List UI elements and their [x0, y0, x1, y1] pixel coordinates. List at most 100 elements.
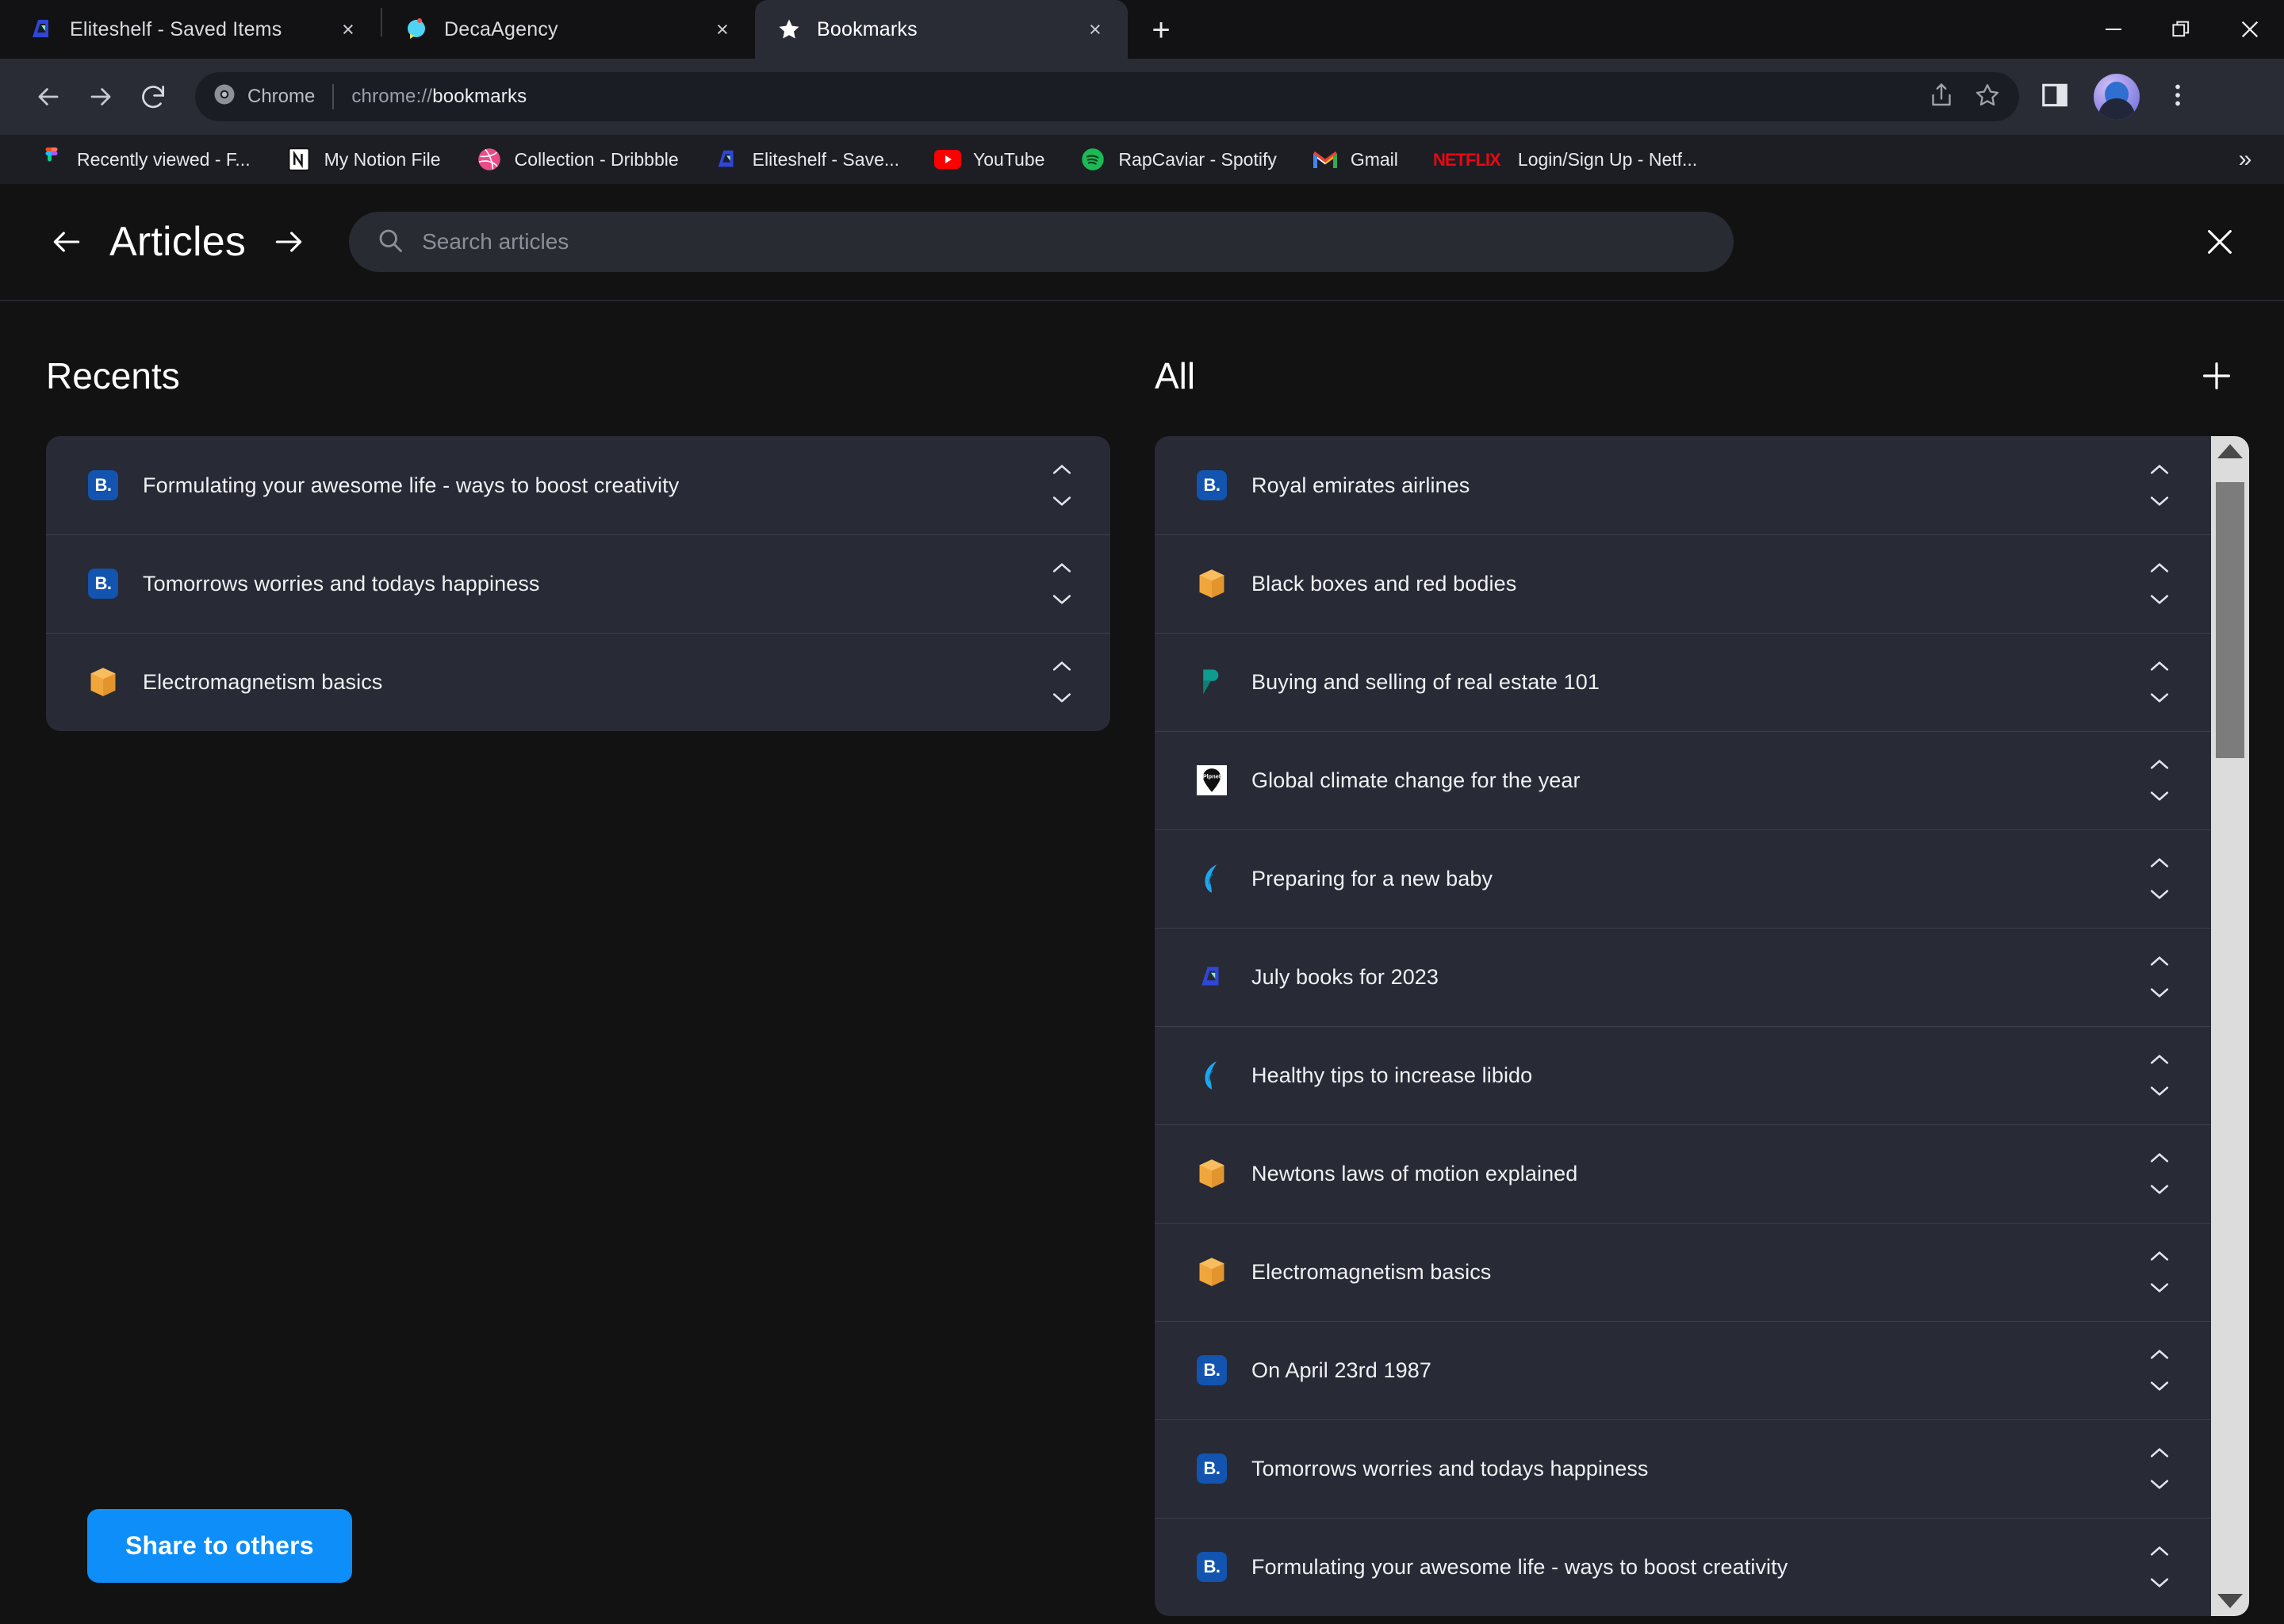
reorder-handle[interactable]: [2143, 1251, 2176, 1293]
recents-heading: Recents: [46, 355, 180, 396]
list-item[interactable]: B. Royal emirates airlines: [1155, 436, 2211, 534]
minimize-button[interactable]: [2079, 0, 2148, 59]
new-tab-button[interactable]: +: [1139, 8, 1183, 52]
reorder-handle[interactable]: [2143, 759, 2176, 802]
bookmark-label: YouTube: [973, 148, 1045, 170]
scroll-up-icon[interactable]: [2217, 444, 2243, 458]
list-item[interactable]: Healthy tips to increase libido: [1155, 1026, 2211, 1124]
reorder-handle[interactable]: [2143, 1545, 2176, 1588]
reorder-handle[interactable]: [2143, 956, 2176, 998]
reorder-handle[interactable]: [2143, 562, 2176, 605]
reorder-handle[interactable]: [2143, 1152, 2176, 1195]
tab-title: Bookmarks: [817, 17, 918, 40]
all-header: All: [1155, 347, 2249, 404]
window-controls: [2079, 0, 2284, 59]
decaagency-icon: [403, 16, 430, 43]
bookmark-gmail[interactable]: Gmail: [1294, 140, 1416, 178]
maximize-restore-button[interactable]: [2148, 0, 2216, 59]
list-item[interactable]: Electromagnetism basics: [46, 633, 1110, 731]
reorder-handle[interactable]: [1045, 562, 1079, 605]
list-item-label: Formulating your awesome life - ways to …: [1251, 1554, 1788, 1579]
list-item[interactable]: B. Formulating your awesome life - ways …: [1155, 1518, 2211, 1616]
list-item[interactable]: B. Tomorrows worries and todays happines…: [1155, 1419, 2211, 1518]
reorder-handle[interactable]: [2143, 661, 2176, 703]
avatar[interactable]: [2094, 74, 2140, 120]
page-title: Articles: [109, 219, 247, 265]
notion-icon: [286, 146, 312, 173]
bookmark-my-notion-file[interactable]: My Notion File: [268, 140, 458, 178]
tab-decaagency[interactable]: DecaAgency ×: [382, 0, 755, 59]
package-icon: [1196, 568, 1228, 599]
reorder-handle[interactable]: [1045, 661, 1079, 703]
omnibox-divider: [332, 84, 335, 109]
chevron-up-icon: [2150, 858, 2169, 868]
scroll-down-icon[interactable]: [2217, 1594, 2243, 1608]
three-dot-menu-icon[interactable]: [2163, 81, 2192, 113]
bookmark-b-icon: B.: [1196, 469, 1228, 501]
star-icon: [776, 16, 803, 43]
bookmarks-overflow-icon[interactable]: »: [2227, 141, 2263, 178]
list-item[interactable]: Preparing for a new baby: [1155, 829, 2211, 928]
add-bookmark-button[interactable]: [2192, 351, 2241, 400]
bookmark-netflix-login[interactable]: NETFLIX Login/Sign Up - Netf...: [1416, 140, 1715, 178]
chevron-up-icon: [1052, 465, 1071, 474]
search-input[interactable]: Search articles: [349, 212, 1734, 272]
list-item[interactable]: B. Formulating your awesome life - ways …: [46, 436, 1110, 534]
list-item[interactable]: Black boxes and red bodies: [1155, 534, 2211, 633]
bookmark-youtube[interactable]: YouTube: [917, 140, 1062, 178]
browser-toolbar: Chrome chrome://bookmarks: [0, 59, 2284, 135]
arrow-right-icon[interactable]: [266, 220, 311, 264]
close-icon[interactable]: ×: [709, 16, 736, 43]
chevron-up-icon: [2150, 1251, 2169, 1261]
scrollbar-track[interactable]: [2216, 481, 2244, 1572]
package-icon: [1196, 1256, 1228, 1288]
reorder-handle[interactable]: [2143, 464, 2176, 507]
share-to-others-button[interactable]: Share to others: [87, 1509, 352, 1583]
list-item-label: Preparing for a new baby: [1251, 866, 1493, 891]
chevron-down-icon: [1052, 496, 1071, 506]
list-item[interactable]: B. On April 23rd 1987: [1155, 1321, 2211, 1419]
recents-header: Recents: [46, 347, 1110, 404]
arrow-left-icon[interactable]: [44, 220, 89, 264]
bookmark-star-icon[interactable]: [1973, 81, 2002, 113]
all-list-scrollbar[interactable]: [2211, 436, 2249, 1616]
list-item[interactable]: B. Tomorrows worries and todays happines…: [46, 534, 1110, 633]
list-item[interactable]: Buying and selling of real estate 101: [1155, 633, 2211, 731]
bookmark-collection-dribbble[interactable]: Collection - Dribbble: [458, 140, 696, 178]
list-item[interactable]: July books for 2023: [1155, 928, 2211, 1026]
address-bar[interactable]: Chrome chrome://bookmarks: [195, 72, 2019, 121]
bookmark-rapcaviar-spotify[interactable]: RapCaviar - Spotify: [1062, 140, 1293, 178]
list-item[interactable]: Newtons laws of motion explained: [1155, 1124, 2211, 1223]
forward-arrow-icon[interactable]: [75, 71, 127, 123]
dribbble-icon: [476, 146, 503, 173]
back-arrow-icon[interactable]: [22, 71, 75, 123]
chevron-down-icon: [2150, 496, 2169, 506]
list-item[interactable]: Electromagnetism basics: [1155, 1223, 2211, 1321]
close-icon[interactable]: ×: [335, 16, 362, 43]
close-icon[interactable]: [2192, 214, 2248, 270]
chevron-up-icon: [2150, 1448, 2169, 1457]
list-item-label: On April 23rd 1987: [1251, 1358, 1431, 1382]
tab-eliteshelf[interactable]: Eliteshelf - Saved Items ×: [8, 0, 381, 59]
reorder-handle[interactable]: [2143, 1349, 2176, 1392]
bookmark-eliteshelf[interactable]: Eliteshelf - Save...: [696, 140, 917, 178]
close-icon[interactable]: ×: [1082, 16, 1109, 43]
chevron-up-icon: [2150, 1546, 2169, 1556]
reload-icon[interactable]: [127, 71, 179, 123]
bookmark-b-icon: B.: [1196, 1453, 1228, 1484]
window-close-button[interactable]: [2216, 0, 2284, 59]
bookmark-recently-viewed-figma[interactable]: Recently viewed - F...: [21, 140, 268, 178]
side-panel-icon[interactable]: [2040, 80, 2070, 114]
browser-window: Eliteshelf - Saved Items × DecaAgency × …: [0, 0, 2284, 1624]
search-placeholder: Search articles: [422, 229, 569, 254]
reorder-handle[interactable]: [2143, 1054, 2176, 1097]
tab-bookmarks[interactable]: Bookmarks ×: [755, 0, 1128, 59]
reorder-handle[interactable]: [1045, 464, 1079, 507]
list-item-label: Electromagnetism basics: [143, 669, 383, 694]
chevron-up-icon: [1052, 563, 1071, 573]
list-item[interactable]: Plpnet Global climate change for the yea…: [1155, 731, 2211, 829]
share-icon[interactable]: [1927, 81, 1956, 113]
reorder-handle[interactable]: [2143, 857, 2176, 900]
reorder-handle[interactable]: [2143, 1447, 2176, 1490]
scrollbar-thumb[interactable]: [2216, 482, 2244, 758]
